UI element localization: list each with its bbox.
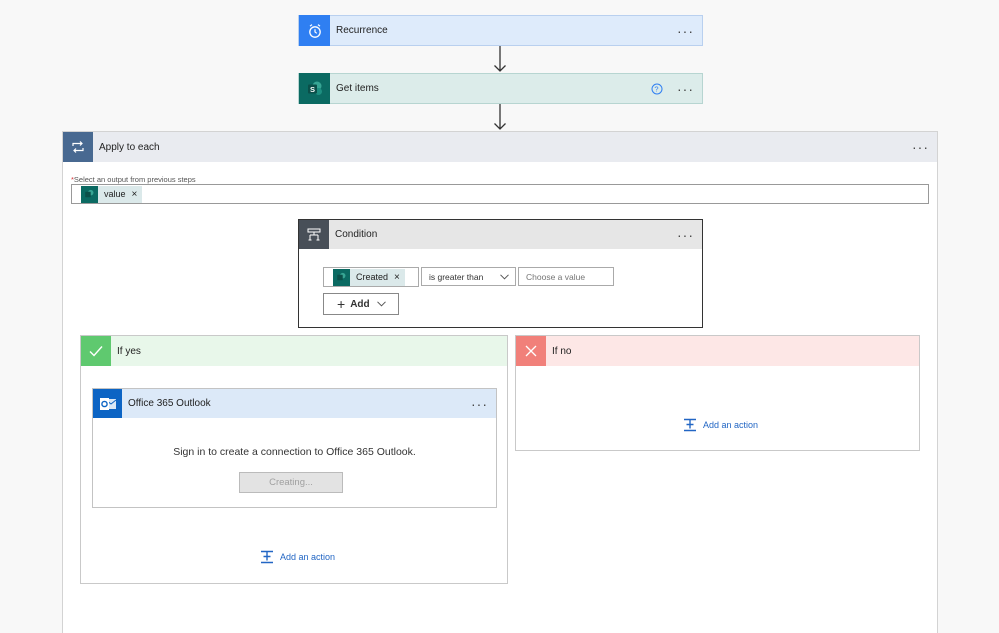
step-title: Apply to each bbox=[99, 141, 160, 153]
if-no-header[interactable]: If no bbox=[516, 336, 919, 366]
sign-in-message: Sign in to create a connection to Office… bbox=[173, 446, 416, 458]
svg-text:?: ? bbox=[654, 84, 659, 93]
condition-icon bbox=[299, 220, 329, 249]
condition-header[interactable]: Condition ··· bbox=[299, 220, 702, 249]
value-token[interactable]: value × bbox=[81, 185, 143, 203]
apply-to-each-header[interactable]: Apply to each ··· bbox=[63, 132, 937, 162]
plus-icon: + bbox=[337, 296, 346, 312]
select-output-label: *Select an output from previous steps bbox=[71, 175, 196, 184]
branch-title: If no bbox=[552, 345, 572, 357]
checkmark-icon bbox=[81, 336, 111, 366]
chevron-down-icon bbox=[376, 301, 386, 307]
add-action-icon bbox=[684, 418, 696, 432]
token-label: Created bbox=[356, 272, 389, 282]
if-yes-header[interactable]: If yes bbox=[81, 336, 507, 366]
add-condition-button[interactable]: + Add bbox=[323, 293, 399, 315]
branch-title: If yes bbox=[117, 345, 141, 357]
creating-button[interactable]: Creating... bbox=[239, 472, 343, 493]
svg-text:S: S bbox=[309, 85, 314, 94]
condition-step: Condition ··· Created × is greater than … bbox=[298, 219, 703, 328]
outlook-icon bbox=[93, 389, 122, 418]
remove-token-icon[interactable]: × bbox=[132, 189, 138, 200]
help-icon[interactable]: ? bbox=[651, 83, 663, 95]
recurrence-step[interactable]: Recurrence ··· bbox=[298, 15, 703, 46]
select-output-field[interactable]: value × bbox=[71, 184, 929, 204]
add-action-icon bbox=[261, 550, 273, 564]
more-options-icon[interactable]: ··· bbox=[912, 140, 929, 154]
sharepoint-icon: S bbox=[299, 73, 330, 104]
chevron-down-icon bbox=[500, 273, 509, 280]
sharepoint-icon bbox=[81, 185, 98, 203]
arrow-down-icon bbox=[494, 104, 506, 130]
more-options-icon[interactable]: ··· bbox=[471, 397, 488, 411]
created-token[interactable]: Created × bbox=[333, 268, 405, 286]
get-items-step[interactable]: S Get items ? ··· bbox=[298, 73, 703, 104]
remove-token-icon[interactable]: × bbox=[394, 272, 400, 283]
step-title: Condition bbox=[335, 229, 378, 240]
more-options-icon[interactable]: ··· bbox=[677, 24, 694, 38]
operator-dropdown[interactable]: is greater than bbox=[421, 267, 516, 286]
add-action-label: Add an action bbox=[280, 552, 336, 562]
more-options-icon[interactable]: ··· bbox=[677, 82, 694, 96]
outlook-header[interactable]: Office 365 Outlook ··· bbox=[93, 389, 496, 418]
condition-left-operand[interactable]: Created × bbox=[323, 267, 419, 287]
arrow-down-icon bbox=[494, 46, 506, 72]
token-label: value bbox=[104, 189, 126, 199]
if-yes-branch: If yes Office 365 Outlook ··· Sign in to… bbox=[80, 335, 508, 584]
loop-icon bbox=[63, 132, 93, 162]
add-action-label: Add an action bbox=[703, 420, 759, 430]
add-label: Add bbox=[350, 298, 370, 310]
if-no-branch: If no Add an action bbox=[515, 335, 920, 451]
office-365-outlook-step: Office 365 Outlook ··· Sign in to create… bbox=[92, 388, 497, 508]
step-title: Recurrence bbox=[336, 25, 388, 36]
step-title: Office 365 Outlook bbox=[128, 398, 211, 409]
add-action-button[interactable]: Add an action bbox=[683, 418, 758, 432]
alarm-clock-icon bbox=[299, 15, 330, 46]
operator-value: is greater than bbox=[429, 271, 484, 282]
more-options-icon[interactable]: ··· bbox=[677, 228, 694, 242]
sharepoint-icon bbox=[333, 268, 350, 286]
add-action-button[interactable]: Add an action bbox=[260, 550, 335, 564]
condition-value-input[interactable] bbox=[518, 267, 614, 286]
close-icon bbox=[516, 336, 546, 366]
step-title: Get items bbox=[336, 83, 379, 94]
